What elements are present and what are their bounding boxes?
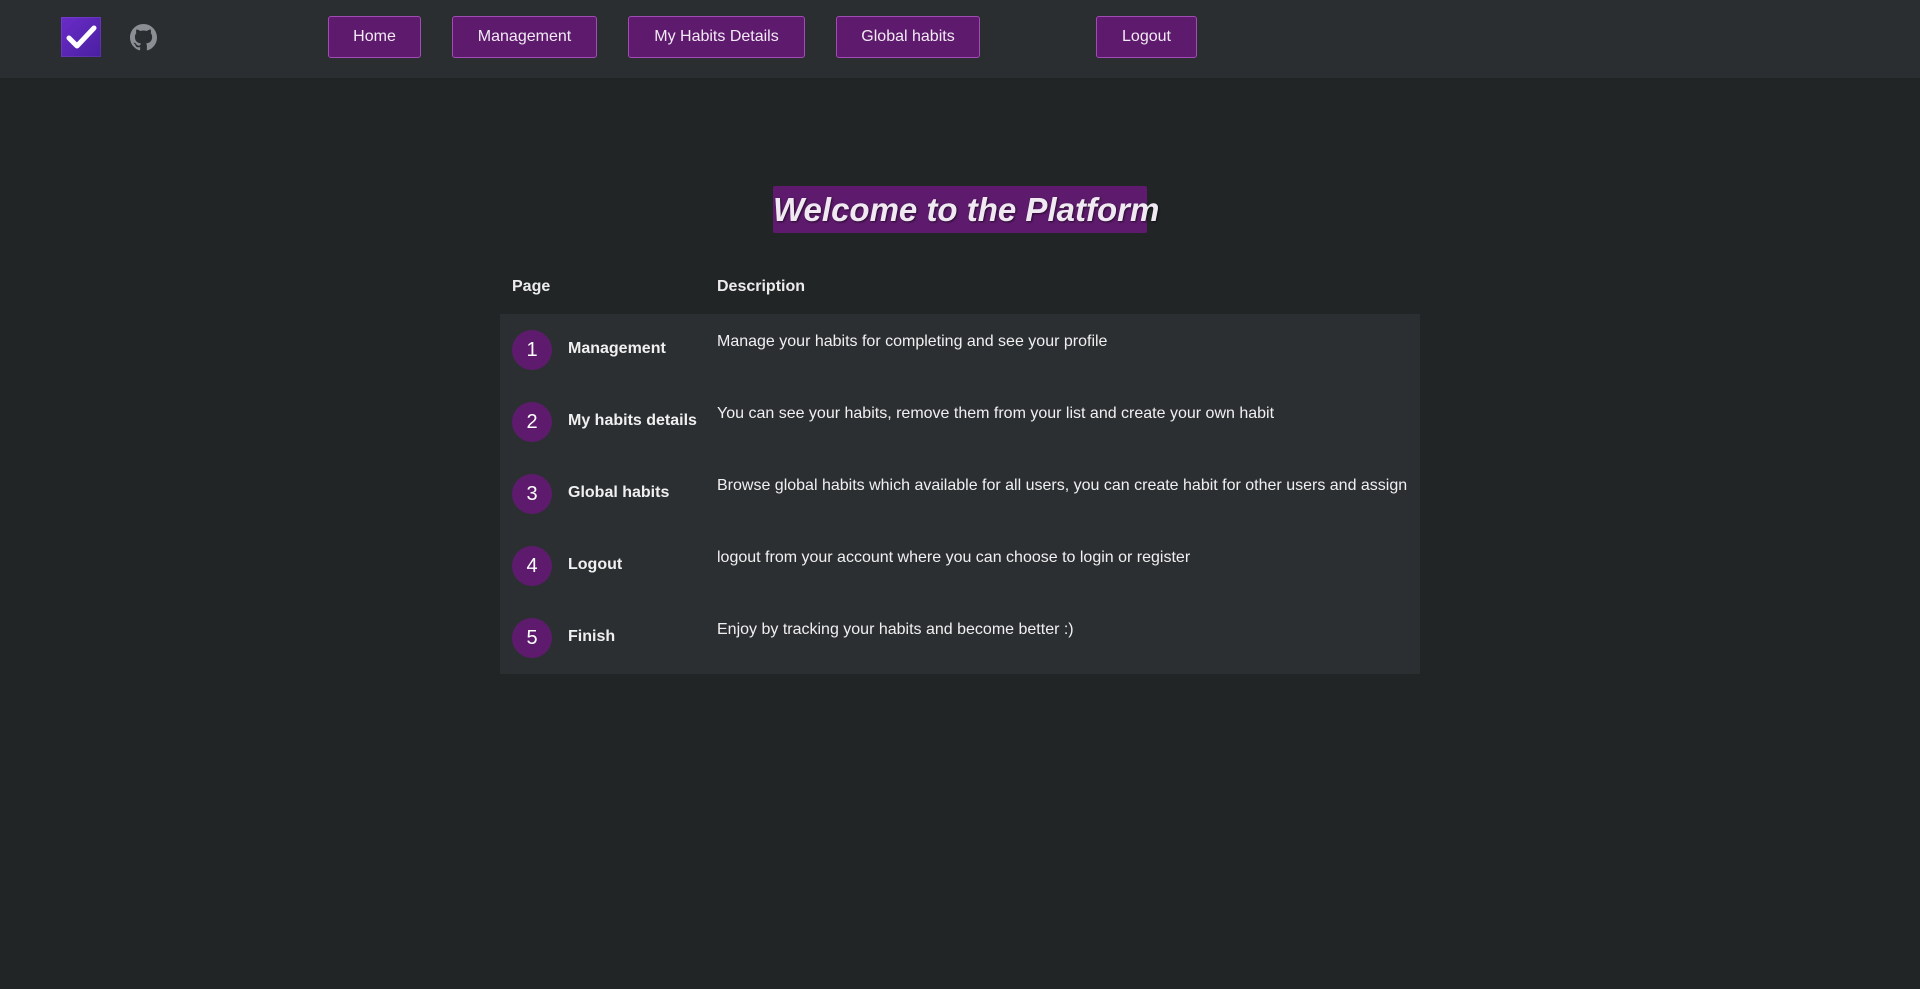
nav-management-button[interactable]: Management [452,16,597,58]
page-name: Logout [568,556,623,573]
pages-table-body: 1 Management Manage your habits for comp… [500,314,1420,674]
step-number-badge: 1 [512,330,552,370]
step-number-badge: 4 [512,546,552,586]
table-row: 5 Finish Enjoy by tracking your habits a… [500,602,1420,674]
nav-home-button[interactable]: Home [328,16,421,58]
step-number-badge: 3 [512,474,552,514]
nav-my-habits-details-button[interactable]: My Habits Details [628,16,805,58]
page-description: Browse global habits which available for… [717,477,1408,494]
table-row: 4 Logout logout from your account where … [500,530,1420,602]
table-header: Page Description [500,270,1420,314]
column-header-page: Page [512,278,551,295]
page-name: Management [568,340,666,357]
page-description: Enjoy by tracking your habits and become… [717,621,1074,638]
page-description: logout from your account where you can c… [717,549,1191,566]
table-row: 1 Management Manage your habits for comp… [500,314,1420,386]
nav-logout-button[interactable]: Logout [1096,16,1197,58]
page-title-banner: Welcome to the Platform [773,186,1160,233]
table-row: 2 My habits details You can see your hab… [500,386,1420,458]
github-icon[interactable] [130,24,157,51]
page-description: You can see your habits, remove them fro… [717,405,1275,422]
page-name: Global habits [568,484,670,501]
page-name: Finish [568,628,616,645]
checkmark-logo-icon[interactable] [61,17,101,57]
top-navbar: Home Management My Habits Details Global… [0,0,1920,78]
table-row: 3 Global habits Browse global habits whi… [500,458,1420,530]
page-title: Welcome to the Platform [773,191,1160,228]
step-number-badge: 2 [512,402,552,442]
column-header-description: Description [717,278,806,295]
page-name: My habits details [568,412,697,429]
nav-global-habits-button[interactable]: Global habits [836,16,980,58]
step-number-badge: 5 [512,618,552,658]
page-description: Manage your habits for completing and se… [717,333,1108,350]
